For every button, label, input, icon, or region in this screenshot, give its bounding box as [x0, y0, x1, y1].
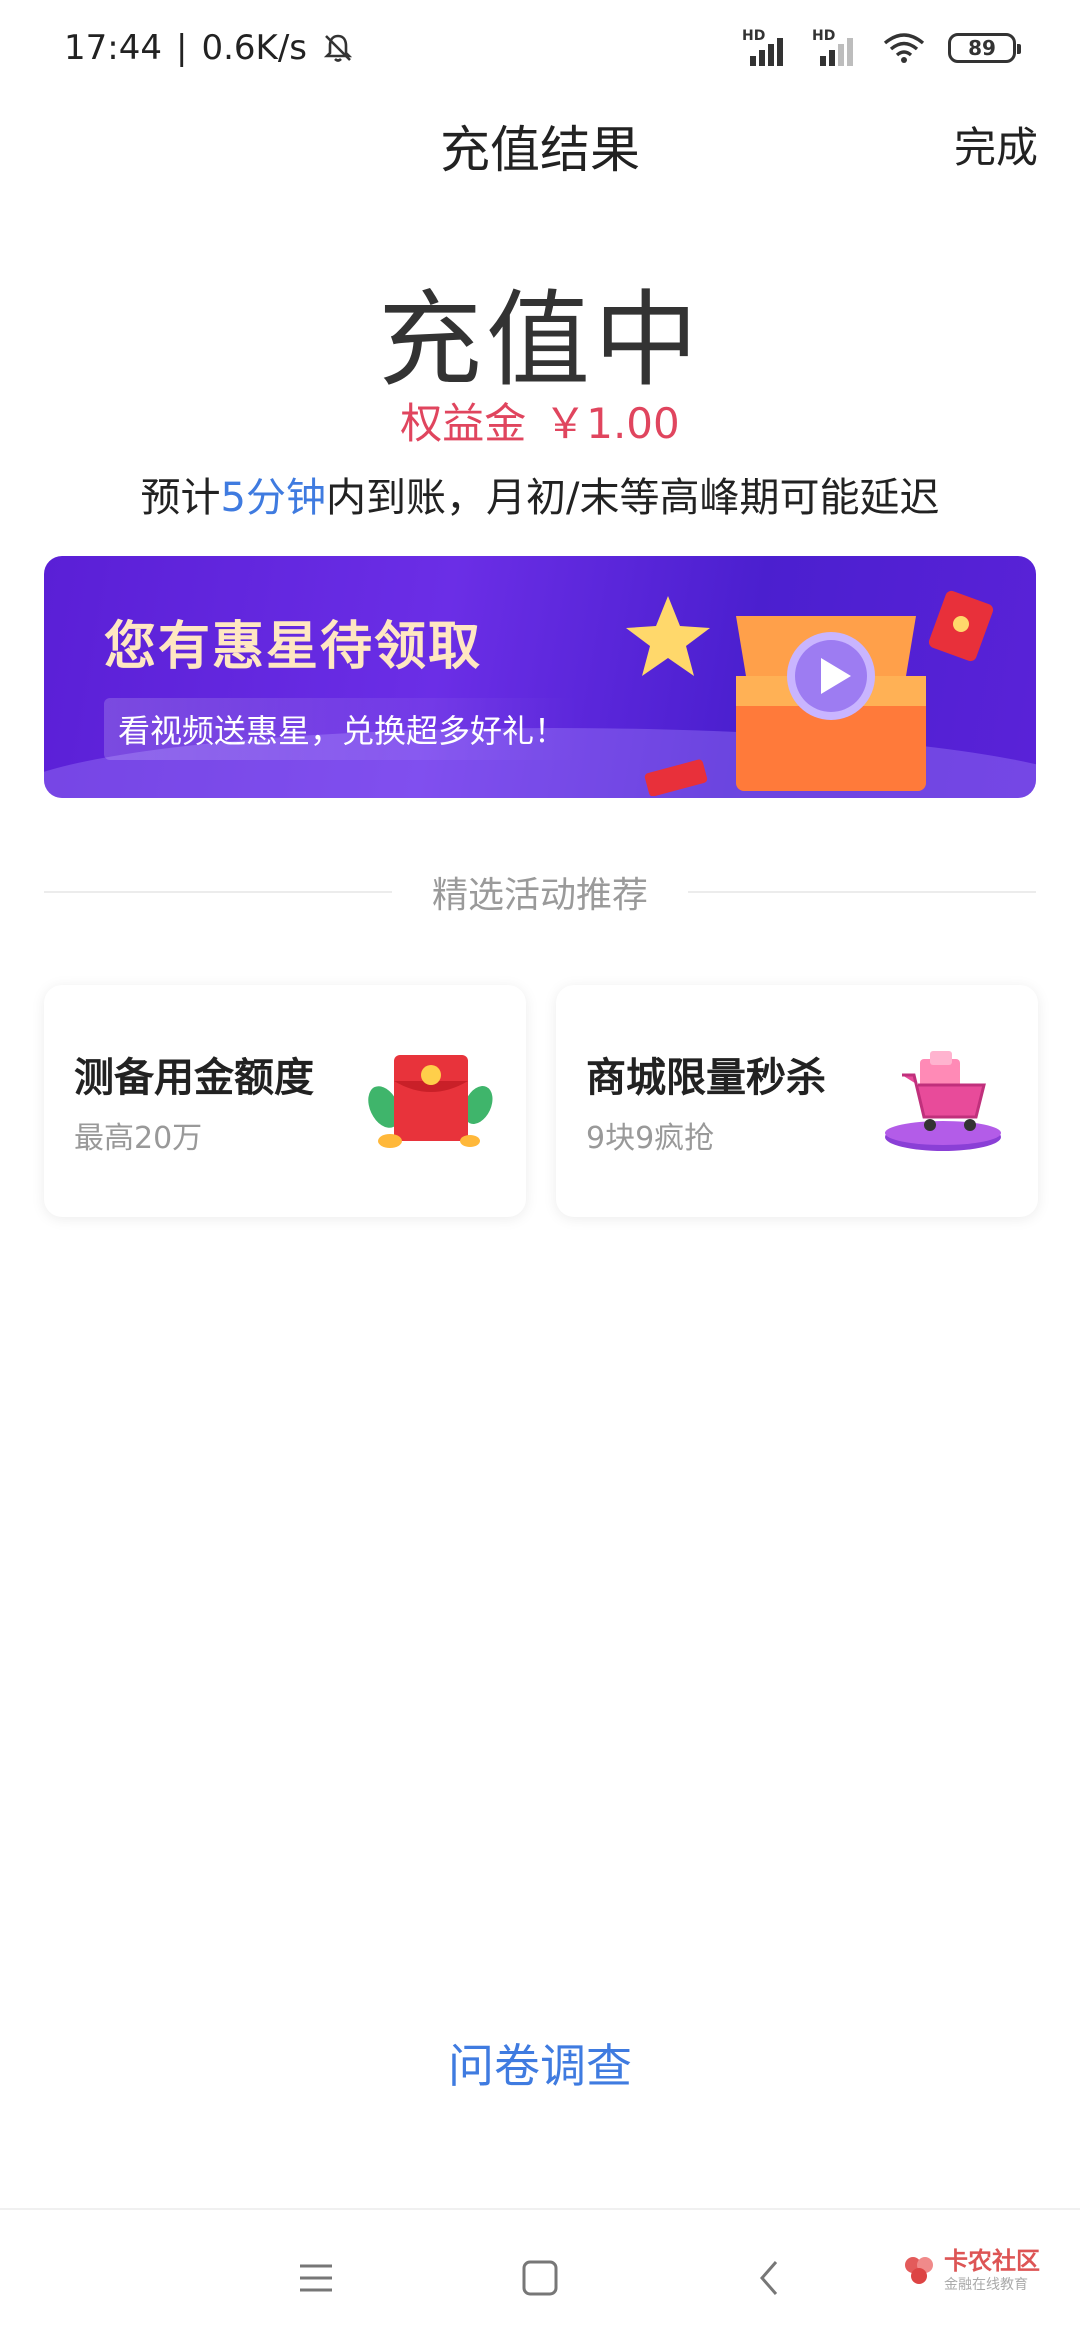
watermark-tagline: 金融在线教育 [944, 2277, 1028, 2294]
watermark-text: 卡农社区 金融在线教育 [944, 2248, 1040, 2294]
status-bar: 17:44 | 0.6K/s HD HD 89 [0, 0, 1080, 96]
menu-icon[interactable] [286, 2248, 346, 2308]
eta-suffix: 内到账，月初/末等高峰期可能延迟 [325, 475, 940, 521]
status-left: 17:44 | 0.6K/s [64, 28, 355, 68]
banner-title: 您有惠星待领取 [104, 617, 483, 677]
battery-level: 89 [968, 36, 996, 60]
done-button[interactable]: 完成 [954, 114, 1038, 175]
survey-link[interactable]: 问卷调查 [0, 2030, 1080, 2096]
shopping-cart-icon [885, 1051, 1001, 1151]
watermark-logo-icon [905, 2257, 933, 2285]
card-loan-quota[interactable]: 测备用金额度 最高20万 [44, 985, 526, 1217]
treasure-chest-icon [626, 590, 994, 796]
mute-bell-icon [323, 34, 353, 62]
eta-highlight: 5分钟 [220, 475, 326, 521]
card-flash-sale[interactable]: 商城限量秒杀 9块9疯抢 [556, 985, 1038, 1217]
header: 充值结果 完成 [0, 96, 1080, 192]
home-icon[interactable] [510, 2248, 570, 2308]
status-time: 17:44 [64, 28, 162, 68]
card-subtitle: 9块9疯抢 [586, 1121, 715, 1156]
status-right: HD HD 89 [742, 28, 1021, 68]
wifi-icon [883, 33, 925, 63]
section-divider: 精选活动推荐 [44, 862, 1037, 922]
system-nav-bar: 卡农社区 金融在线教育 [0, 2208, 1080, 2340]
eta-prefix: 预计 [140, 475, 221, 521]
arrival-estimate: 预计5分钟内到账，月初/末等高峰期可能延迟 [0, 465, 1080, 523]
banner-subtitle: 看视频送惠星，兑换超多好礼！ [104, 698, 581, 760]
promo-banner[interactable]: 您有惠星待领取 看视频送惠星，兑换超多好礼！ [44, 556, 1036, 798]
amount-value: ￥1.00 [544, 399, 680, 448]
red-envelope-icon [368, 1055, 493, 1148]
card-title: 测备用金额度 [74, 1055, 314, 1101]
recharge-status: 充值中 [377, 279, 702, 401]
card-subtitle: 最高20万 [74, 1121, 203, 1156]
card-title: 商城限量秒杀 [586, 1055, 826, 1101]
amount-label: 权益金 [400, 399, 527, 448]
status-separator: | [175, 28, 188, 68]
signal-strength-icon: HD [742, 28, 790, 68]
signal-strength-icon-2: HD [812, 28, 860, 68]
back-icon[interactable] [740, 2248, 800, 2308]
page-title: 充值结果 [440, 121, 640, 179]
amount-line: 权益金 ￥1.00 [0, 390, 1080, 451]
network-speed: 0.6K/s [201, 28, 307, 68]
divider-line-right [688, 891, 1037, 893]
divider-line-left [44, 891, 392, 893]
section-title: 精选活动推荐 [432, 875, 649, 916]
watermark: 卡农社区 金融在线教育 [902, 2248, 1040, 2294]
battery-icon: 89 [948, 33, 1021, 63]
recharge-result-page: 17:44 | 0.6K/s HD HD 89 充值结果 完成 充值中 权益金 … [0, 0, 1080, 2340]
watermark-name: 卡农社区 [944, 2247, 1040, 2275]
